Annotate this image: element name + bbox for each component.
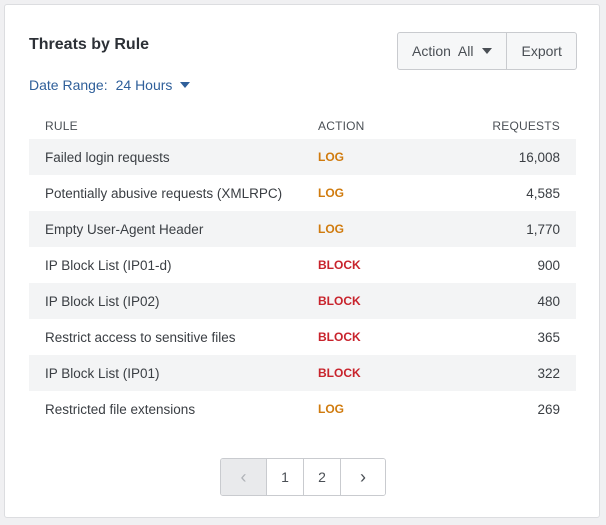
request-count: 16,008	[518, 149, 560, 165]
table-row[interactable]: Restricted file extensions LOG 269	[29, 391, 576, 427]
table-row[interactable]: IP Block List (IP02) BLOCK 480	[29, 283, 576, 319]
action-badge: LOG	[318, 150, 344, 164]
action-badge: BLOCK	[318, 366, 361, 380]
request-count: 4,585	[526, 185, 560, 201]
rule-name: Failed login requests	[45, 149, 170, 165]
action-filter-dropdown[interactable]: Action All	[398, 33, 506, 69]
threats-table: RULE ACTION REQUESTS Failed login reques…	[29, 113, 576, 427]
action-badge: BLOCK	[318, 294, 361, 308]
date-range-value: 24 Hours	[115, 77, 173, 93]
threats-by-rule-card: Threats by Rule Date Range: 24 Hours Act…	[4, 4, 600, 518]
rule-name: Restricted file extensions	[45, 401, 196, 417]
table-row[interactable]: IP Block List (IP01-d) BLOCK 900	[29, 247, 576, 283]
pagination-next-button[interactable]: ›	[340, 459, 385, 495]
table-row[interactable]: IP Block List (IP01) BLOCK 322	[29, 355, 576, 391]
rule-name: IP Block List (IP01)	[45, 365, 160, 381]
action-badge: LOG	[318, 186, 344, 200]
table-header: RULE ACTION REQUESTS	[29, 113, 576, 139]
date-range-label: Date Range:	[29, 77, 108, 93]
action-filter-value: All	[457, 43, 474, 59]
caret-down-icon	[482, 48, 493, 54]
request-count: 365	[537, 329, 560, 345]
export-button[interactable]: Export	[506, 33, 575, 69]
action-filter-label: Action	[412, 43, 451, 59]
rule-name: IP Block List (IP02)	[45, 293, 160, 309]
action-badge: LOG	[318, 402, 344, 416]
table-row[interactable]: Empty User-Agent Header LOG 1,770	[29, 211, 576, 247]
caret-down-icon	[180, 82, 191, 88]
table-row[interactable]: Potentially abusive requests (XMLRPC) LOG…	[29, 175, 576, 211]
card-title: Threats by Rule	[29, 36, 150, 53]
column-header-rule[interactable]: RULE	[29, 119, 302, 133]
rule-name: Empty User-Agent Header	[45, 221, 204, 237]
pagination-page-2[interactable]: 2	[303, 459, 340, 495]
pagination-page-1[interactable]: 1	[266, 459, 303, 495]
column-header-action[interactable]: ACTION	[302, 119, 462, 133]
request-count: 269	[537, 401, 560, 417]
action-badge: BLOCK	[318, 330, 361, 344]
date-range-dropdown[interactable]: Date Range: 24 Hours	[29, 77, 191, 93]
table-body: Failed login requests LOG 16,008 Potentiall…	[29, 139, 576, 427]
pagination-prev-button[interactable]: ‹	[221, 459, 266, 495]
request-count: 322	[537, 365, 560, 381]
rule-name: Restrict access to sensitive files	[45, 329, 236, 345]
chevron-left-icon: ‹	[240, 467, 247, 487]
chevron-right-icon: ›	[360, 467, 366, 487]
request-count: 480	[537, 293, 560, 309]
column-header-requests[interactable]: REQUESTS	[462, 119, 576, 133]
action-badge: BLOCK	[318, 258, 361, 272]
rule-name: IP Block List (IP01-d)	[45, 257, 172, 273]
request-count: 1,770	[526, 221, 560, 237]
request-count: 900	[537, 257, 560, 273]
toolbar-button-group: Action All Export	[397, 32, 577, 70]
rule-name: Potentially abusive requests (XMLRPC)	[45, 185, 283, 201]
table-row[interactable]: Restrict access to sensitive files BLOCK 3…	[29, 319, 576, 355]
pagination: ‹ 1 2 ›	[220, 458, 386, 496]
action-badge: LOG	[318, 222, 344, 236]
table-row[interactable]: Failed login requests LOG 16,008	[29, 139, 576, 175]
